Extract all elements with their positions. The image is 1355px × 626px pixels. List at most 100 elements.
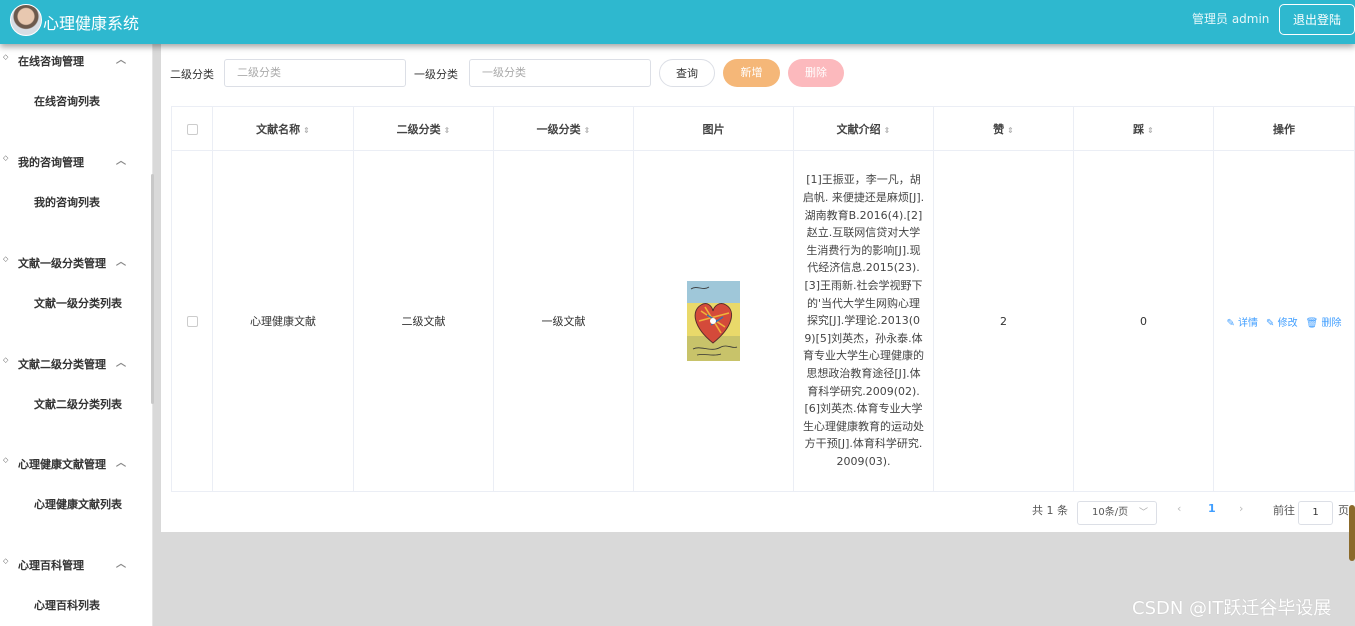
sidebar-item-level1-category-list[interactable]: 文献一级分类列表 bbox=[34, 295, 122, 311]
goto-label: 前往 bbox=[1273, 504, 1295, 517]
column-header-label: 一级分类 bbox=[536, 122, 581, 136]
row-checkbox[interactable] bbox=[186, 316, 198, 327]
next-page-icon[interactable]: › bbox=[1239, 502, 1243, 515]
menu-bullet-icon: ◇ bbox=[3, 356, 9, 364]
logout-button[interactable]: 退出登陆 bbox=[1279, 4, 1355, 35]
column-header-actions: 操作 bbox=[1213, 106, 1355, 151]
goto-page-input[interactable]: 1 bbox=[1298, 501, 1333, 525]
batch-delete-button[interactable]: 删除 bbox=[788, 59, 844, 87]
watermark: CSDN @IT跃迁谷毕设展 bbox=[1132, 598, 1332, 619]
column-header-level2[interactable]: 二级分类 ⇕ bbox=[353, 106, 494, 151]
sidebar-group-my-consult: ◇ 我的咨询管理 ︿ 我的咨询列表 bbox=[0, 149, 150, 209]
page-size-select[interactable]: 10条/页 ﹀ bbox=[1077, 501, 1157, 525]
sidebar-group-header[interactable]: ◇ 心理百科管理 ︿ bbox=[0, 552, 150, 576]
level2-filter-input[interactable]: 二级分类 bbox=[224, 59, 406, 87]
table-row: 心理健康文献 二级文献 一级文献 [1]王振亚，李一凡，胡启帆. 来便捷还是麻烦… bbox=[171, 150, 1355, 492]
sort-icon[interactable]: ⇕ bbox=[444, 126, 451, 135]
prev-page-icon[interactable]: ‹ bbox=[1177, 502, 1181, 515]
column-header-label: 踩 bbox=[1133, 122, 1145, 136]
menu-bullet-icon: ◇ bbox=[3, 154, 9, 162]
query-button[interactable]: 查询 bbox=[659, 59, 715, 87]
level2-filter-label: 二级分类 bbox=[170, 68, 214, 81]
sidebar-group-label: 心理百科管理 bbox=[18, 559, 84, 572]
sidebar-group-label: 心理健康文献管理 bbox=[18, 458, 106, 471]
column-header-label: 文献介绍 bbox=[836, 122, 881, 136]
add-button[interactable]: 新增 bbox=[723, 59, 780, 87]
menu-bullet-icon: ◇ bbox=[3, 456, 9, 464]
sidebar-scrollbar[interactable] bbox=[151, 174, 154, 404]
sidebar-item-mental-health-literature-list[interactable]: 心理健康文献列表 bbox=[34, 496, 122, 512]
chevron-down-icon: ﹀ bbox=[1138, 508, 1148, 518]
column-header-label: 图片 bbox=[702, 122, 725, 136]
current-user-label: 管理员 admin bbox=[1192, 12, 1270, 26]
chevron-up-icon: ︿ bbox=[116, 156, 126, 167]
sidebar-group-header[interactable]: ◇ 文献二级分类管理 ︿ bbox=[0, 351, 150, 375]
column-header-level1[interactable]: 一级分类 ⇕ bbox=[493, 106, 634, 151]
cell-level1: 一级文献 bbox=[493, 150, 634, 492]
column-header-likes[interactable]: 赞 ⇕ bbox=[933, 106, 1074, 151]
delete-link[interactable]: 🗑 删除 bbox=[1306, 314, 1342, 329]
cell-name: 心理健康文献 bbox=[212, 150, 354, 492]
main-panel: 二级分类 二级分类 一级分类 一级分类 查询 新增 删除 文献名称 ⇕ 二级分类 ⇕… bbox=[161, 44, 1355, 532]
sidebar-group-level2-category: ◇ 文献二级分类管理 ︿ 文献二级分类列表 bbox=[0, 351, 150, 411]
chevron-up-icon: ︿ bbox=[116, 257, 126, 268]
sort-icon[interactable]: ⇕ bbox=[884, 126, 891, 135]
page-suffix-label: 页 bbox=[1338, 504, 1349, 517]
trash-icon: 🗑 bbox=[1305, 317, 1319, 329]
sidebar: ◇ 在线咨询管理 ︿ 在线咨询列表 ◇ 我的咨询管理 ︿ 我的咨询列表 ◇ 文献… bbox=[0, 44, 154, 626]
sidebar-item-psych-encyclopedia-list[interactable]: 心理百科列表 bbox=[34, 597, 100, 613]
table-header-row: 文献名称 ⇕ 二级分类 ⇕ 一级分类 ⇕ 图片 文献介绍 ⇕ 赞 ⇕ 踩 ⇕ 操作 bbox=[171, 106, 1355, 151]
detail-label: 详情 bbox=[1238, 317, 1259, 329]
sidebar-group-level1-category: ◇ 文献一级分类管理 ︿ 文献一级分类列表 bbox=[0, 250, 150, 310]
sidebar-group-label: 我的咨询管理 bbox=[18, 156, 84, 169]
edit-link[interactable]: ✎ 修改 bbox=[1266, 314, 1298, 329]
sidebar-item-my-consult-list[interactable]: 我的咨询列表 bbox=[34, 194, 100, 210]
row-actions: ✎ 详情 ✎ 修改 🗑 删除 bbox=[1214, 314, 1354, 329]
cell-image bbox=[633, 150, 794, 492]
column-header-label: 操作 bbox=[1273, 122, 1295, 136]
sort-icon[interactable]: ⇕ bbox=[1007, 126, 1014, 135]
sidebar-group-header[interactable]: ◇ 心理健康文献管理 ︿ bbox=[0, 451, 150, 475]
page-number-current[interactable]: 1 bbox=[1208, 502, 1216, 515]
select-all-checkbox[interactable] bbox=[186, 123, 198, 135]
chevron-up-icon: ︿ bbox=[116, 559, 126, 570]
cell-intro: [1]王振亚，李一凡，胡启帆. 来便捷还是麻烦[J].湖南教育B.2016(4)… bbox=[793, 150, 934, 492]
level1-filter-input[interactable]: 一级分类 bbox=[469, 59, 651, 87]
edit-icon: ✎ bbox=[1266, 317, 1275, 329]
column-header-image: 图片 bbox=[633, 106, 794, 151]
sidebar-group-psych-encyclopedia: ◇ 心理百科管理 ︿ 心理百科列表 bbox=[0, 552, 150, 612]
sidebar-group-header[interactable]: ◇ 文献一级分类管理 ︿ bbox=[0, 250, 150, 274]
app-title: 心理健康系统 bbox=[43, 14, 140, 33]
literature-thumbnail-image[interactable] bbox=[687, 281, 740, 361]
column-header-label: 二级分类 bbox=[396, 122, 441, 136]
sidebar-group-mental-health-literature: ◇ 心理健康文献管理 ︿ 心理健康文献列表 bbox=[0, 451, 150, 511]
sort-icon[interactable]: ⇕ bbox=[303, 126, 310, 135]
cell-dislikes: 0 bbox=[1073, 150, 1214, 492]
pagination-total: 共 1 条 bbox=[1032, 504, 1068, 517]
page-scrollbar[interactable] bbox=[1349, 505, 1355, 561]
literature-table: 文献名称 ⇕ 二级分类 ⇕ 一级分类 ⇕ 图片 文献介绍 ⇕ 赞 ⇕ 踩 ⇕ 操作 心理健康… bbox=[171, 106, 1355, 492]
detail-link[interactable]: ✎ 详情 bbox=[1226, 314, 1258, 329]
intro-text: [1]王振亚，李一凡，胡启帆. 来便捷还是麻烦[J].湖南教育B.2016(4)… bbox=[802, 173, 925, 468]
sidebar-group-header[interactable]: ◇ 在线咨询管理 ︿ bbox=[0, 48, 150, 72]
top-bar: 心理健康系统 管理员 admin 退出登陆 bbox=[0, 0, 1355, 44]
column-header-intro[interactable]: 文献介绍 ⇕ bbox=[793, 106, 934, 151]
column-header-dislikes[interactable]: 踩 ⇕ bbox=[1073, 106, 1214, 151]
cell-actions: ✎ 详情 ✎ 修改 🗑 删除 bbox=[1213, 150, 1355, 492]
sort-icon[interactable]: ⇕ bbox=[584, 126, 591, 135]
sidebar-group-label: 文献二级分类管理 bbox=[18, 358, 106, 371]
sidebar-group-label: 文献一级分类管理 bbox=[18, 257, 106, 270]
column-header-name[interactable]: 文献名称 ⇕ bbox=[212, 106, 354, 151]
sort-icon[interactable]: ⇕ bbox=[1147, 126, 1154, 135]
chevron-up-icon: ︿ bbox=[116, 458, 126, 469]
cell-likes: 2 bbox=[933, 150, 1074, 492]
sidebar-item-online-consult-list[interactable]: 在线咨询列表 bbox=[34, 93, 100, 109]
row-select-cell bbox=[171, 150, 213, 492]
edit-label: 修改 bbox=[1277, 317, 1298, 329]
menu-bullet-icon: ◇ bbox=[3, 53, 9, 61]
page-size-value: 10条/页 bbox=[1092, 507, 1129, 518]
sidebar-group-header[interactable]: ◇ 我的咨询管理 ︿ bbox=[0, 149, 150, 173]
menu-bullet-icon: ◇ bbox=[3, 557, 9, 565]
sidebar-item-level2-category-list[interactable]: 文献二级分类列表 bbox=[34, 396, 122, 412]
avatar bbox=[10, 4, 42, 36]
